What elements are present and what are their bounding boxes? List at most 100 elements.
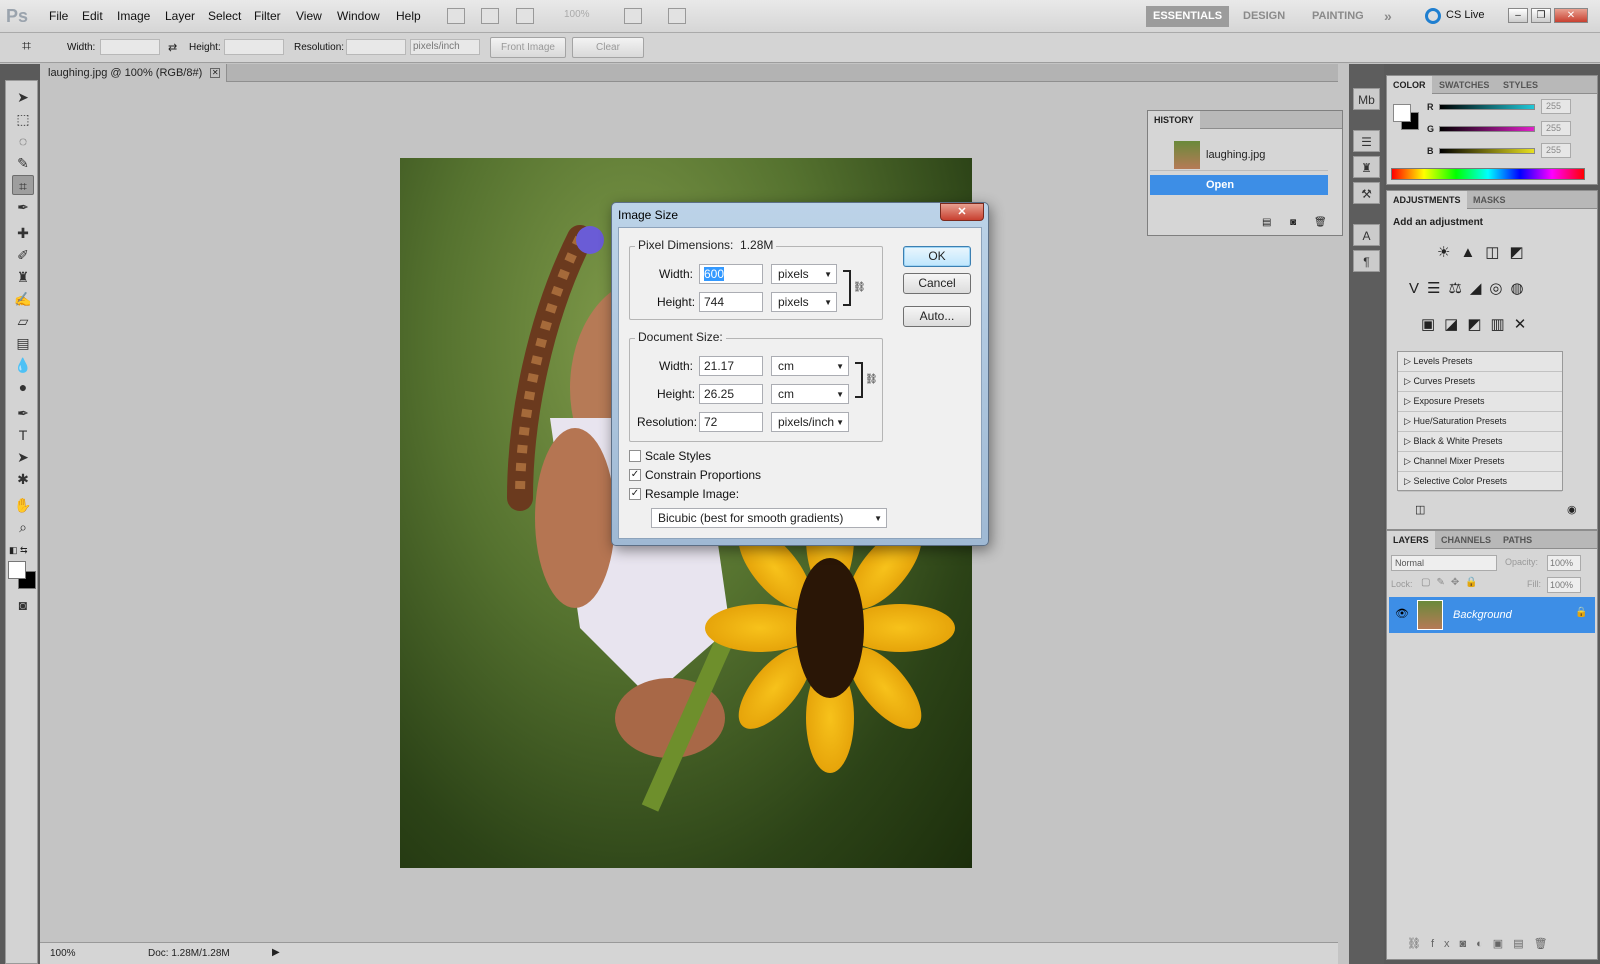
channel-slider[interactable] bbox=[1439, 126, 1535, 132]
close-button[interactable]: ✕ bbox=[1554, 8, 1588, 23]
bridge-icon[interactable] bbox=[447, 8, 465, 24]
screen-mode-icon[interactable] bbox=[668, 8, 686, 24]
pen-tool-icon[interactable]: ✒ bbox=[12, 403, 34, 423]
tab-channels[interactable]: CHANNELS bbox=[1435, 531, 1497, 549]
preset-item[interactable]: ▷ Selective Color Presets bbox=[1398, 472, 1562, 492]
clone-source-icon[interactable]: ♜ bbox=[1353, 156, 1380, 178]
zoom-tool-icon[interactable]: ⌕ bbox=[12, 517, 34, 537]
history-state-open[interactable]: Open bbox=[1150, 175, 1328, 195]
doc-width-input[interactable]: 21.17 bbox=[699, 356, 763, 376]
trash-icon[interactable]: 🗑 bbox=[1314, 217, 1327, 228]
adjustment-icons-row-2[interactable]: V☰⚖◢◎◍ bbox=[1409, 279, 1532, 297]
tab-history[interactable]: HISTORY bbox=[1148, 111, 1200, 129]
dodge-tool-icon[interactable]: ● bbox=[12, 377, 34, 397]
mini-bridge-panel-icon[interactable]: Mb bbox=[1353, 88, 1380, 110]
resolution-input[interactable]: 72 bbox=[699, 412, 763, 432]
crop-resolution-input[interactable] bbox=[346, 39, 406, 55]
tab-layers[interactable]: LAYERS bbox=[1387, 531, 1435, 549]
zoom-level-display[interactable]: 100% bbox=[564, 9, 590, 20]
adjustment-icons-row-1[interactable]: ☀▲◫◩ bbox=[1437, 243, 1534, 261]
status-doc-size[interactable]: Doc: 1.28M/1.28M bbox=[148, 948, 230, 959]
fill-input[interactable]: 100% bbox=[1547, 577, 1581, 593]
menu-filter[interactable]: Filter bbox=[254, 9, 281, 23]
panel-options-icon[interactable]: ◉ bbox=[1567, 503, 1577, 516]
path-selection-tool-icon[interactable]: ➤ bbox=[12, 447, 34, 467]
crop-tool-preset-icon[interactable]: ⌗ bbox=[22, 38, 31, 56]
character-panel-icon[interactable]: A bbox=[1353, 224, 1380, 246]
doc-height-input[interactable]: 26.25 bbox=[699, 384, 763, 404]
preset-item[interactable]: ▷ Exposure Presets bbox=[1398, 392, 1562, 412]
auto-button[interactable]: Auto... bbox=[903, 306, 971, 327]
px-width-unit-select[interactable]: pixels ▼ bbox=[771, 264, 837, 284]
tab-styles[interactable]: STYLES bbox=[1497, 76, 1544, 94]
front-image-button[interactable]: Front Image bbox=[490, 37, 566, 58]
menu-window[interactable]: Window bbox=[337, 9, 380, 23]
workspace-essentials[interactable]: ESSENTIALS bbox=[1146, 6, 1230, 27]
layers-footer-icons[interactable]: ⛓fx◙◐▣▤🗑 bbox=[1407, 937, 1558, 950]
brush-presets-icon[interactable]: ☰ bbox=[1353, 130, 1380, 152]
color-foreground-swatch[interactable] bbox=[1393, 104, 1411, 122]
document-tab[interactable]: laughing.jpg @ 100% (RGB/8#) ✕ bbox=[40, 64, 228, 82]
resample-image-checkbox[interactable]: ✓ bbox=[629, 488, 641, 500]
gradient-tool-icon[interactable]: ▤ bbox=[12, 333, 34, 353]
new-snapshot-icon[interactable]: ◙ bbox=[1290, 217, 1296, 228]
mini-bridge-icon[interactable] bbox=[481, 8, 499, 24]
channel-slider[interactable] bbox=[1439, 104, 1535, 110]
minimize-button[interactable]: – bbox=[1508, 8, 1528, 23]
status-zoom[interactable]: 100% bbox=[50, 948, 76, 959]
px-height-input[interactable]: 744 bbox=[699, 292, 763, 312]
doc-width-unit-select[interactable]: cm ▼ bbox=[771, 356, 849, 376]
cancel-button[interactable]: Cancel bbox=[903, 273, 971, 294]
brush-tool-icon[interactable]: ✐ bbox=[12, 245, 34, 265]
tool-presets-icon[interactable]: ⚒ bbox=[1353, 182, 1380, 204]
menu-help[interactable]: Help bbox=[396, 9, 421, 23]
panel-mode-icon[interactable]: ◫ bbox=[1415, 503, 1425, 516]
ok-button[interactable]: OK bbox=[903, 246, 971, 267]
blend-mode-select[interactable]: Normal bbox=[1391, 555, 1497, 571]
constrain-proportions-checkbox[interactable]: ✓ bbox=[629, 469, 641, 481]
channel-value-input[interactable]: 255 bbox=[1541, 121, 1571, 136]
tab-adjustments[interactable]: ADJUSTMENTS bbox=[1387, 191, 1467, 209]
channel-value-input[interactable]: 255 bbox=[1541, 143, 1571, 158]
history-brush-tool-icon[interactable]: ✍ bbox=[12, 289, 34, 309]
clear-button[interactable]: Clear bbox=[572, 37, 644, 58]
marquee-tool-icon[interactable]: ⬚ bbox=[12, 109, 34, 129]
preset-item[interactable]: ▷ Hue/Saturation Presets bbox=[1398, 412, 1562, 432]
menu-file[interactable]: File bbox=[49, 9, 68, 23]
arrange-documents-icon[interactable] bbox=[624, 8, 642, 24]
lasso-tool-icon[interactable]: ◌ bbox=[12, 131, 34, 151]
foreground-color-swatch[interactable] bbox=[8, 561, 26, 579]
adjustment-icons-row-3[interactable]: ▣◪◩▥✕ bbox=[1421, 315, 1535, 333]
doc-height-unit-select[interactable]: cm ▼ bbox=[771, 384, 849, 404]
preset-item[interactable]: ▷ Black & White Presets bbox=[1398, 432, 1562, 452]
more-workspaces-icon[interactable]: » bbox=[1377, 6, 1399, 27]
eraser-tool-icon[interactable]: ▱ bbox=[12, 311, 34, 331]
healing-brush-tool-icon[interactable]: ✚ bbox=[12, 223, 34, 243]
menu-view[interactable]: View bbox=[296, 9, 322, 23]
resolution-unit-select[interactable]: pixels/inch bbox=[410, 39, 480, 55]
preset-item[interactable]: ▷ Levels Presets bbox=[1398, 352, 1562, 372]
restore-button[interactable]: ❐ bbox=[1531, 8, 1551, 23]
close-document-icon[interactable]: ✕ bbox=[210, 68, 221, 78]
tab-paths[interactable]: PATHS bbox=[1497, 531, 1538, 549]
crop-height-input[interactable] bbox=[224, 39, 284, 55]
workspace-painting[interactable]: PAINTING bbox=[1305, 6, 1371, 27]
preset-item[interactable]: ▷ Curves Presets bbox=[1398, 372, 1562, 392]
default-colors-icon[interactable]: ◧ ⇆ bbox=[9, 545, 28, 556]
crop-width-input[interactable] bbox=[100, 39, 160, 55]
menu-image[interactable]: Image bbox=[117, 9, 150, 23]
new-document-from-state-icon[interactable]: ▤ bbox=[1262, 217, 1271, 228]
eyedropper-tool-icon[interactable]: ✒ bbox=[12, 197, 34, 217]
channel-slider[interactable] bbox=[1439, 148, 1535, 154]
menu-edit[interactable]: Edit bbox=[82, 9, 103, 23]
quick-mask-icon[interactable]: ◙ bbox=[12, 595, 34, 615]
paragraph-panel-icon[interactable]: ¶ bbox=[1353, 250, 1380, 272]
hand-tool-icon[interactable]: ✋ bbox=[12, 495, 34, 515]
tab-color[interactable]: COLOR bbox=[1387, 76, 1432, 94]
opacity-input[interactable]: 100% bbox=[1547, 555, 1581, 571]
move-tool-icon[interactable]: ➤ bbox=[12, 87, 34, 107]
scale-styles-checkbox[interactable] bbox=[629, 450, 641, 462]
lock-icons[interactable]: ▢✎✥🔒 bbox=[1421, 577, 1484, 588]
dialog-close-button[interactable]: ✕ bbox=[940, 203, 984, 221]
preset-item[interactable]: ▷ Channel Mixer Presets bbox=[1398, 452, 1562, 472]
